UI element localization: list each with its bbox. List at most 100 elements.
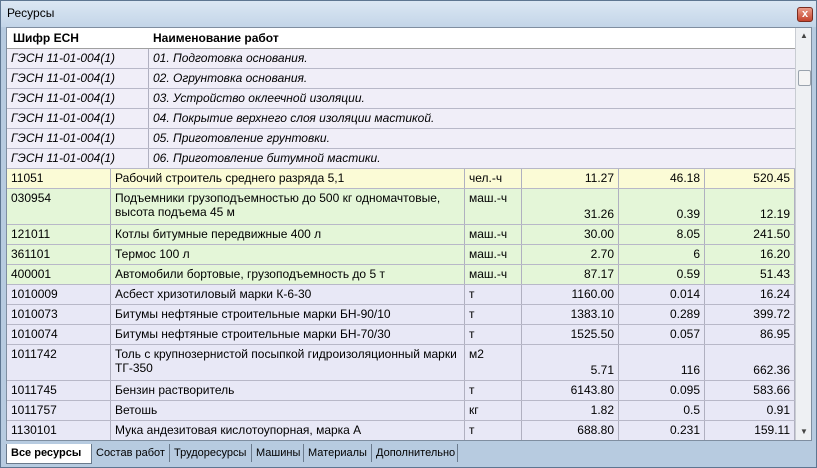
tab-bar: Все ресурсы Состав работ Трудоресурсы Машин… bbox=[6, 444, 812, 464]
window-title: Ресурсы bbox=[7, 6, 55, 20]
resource-quantity: 0.289 bbox=[619, 305, 705, 324]
resource-name: Асбест хризотиловый марки К-6-30 bbox=[111, 285, 465, 304]
resource-price: 30.00 bbox=[522, 225, 619, 244]
tab-2[interactable]: Трудоресурсы bbox=[170, 444, 252, 462]
vertical-scrollbar[interactable]: ▲ ▼ bbox=[795, 28, 811, 440]
operation-name: 02. Огрунтовка основания. bbox=[153, 71, 308, 85]
resource-name: Ветошь bbox=[111, 401, 465, 420]
resource-quantity: 8.05 bbox=[619, 225, 705, 244]
scroll-down-icon[interactable]: ▼ bbox=[796, 424, 811, 440]
operation-code: ГЭСН 11-01-004(1) bbox=[7, 109, 149, 128]
resource-row[interactable]: 1130101 Мука андезитовая кислотоупорная, … bbox=[7, 421, 795, 440]
resource-cost: 241.50 bbox=[705, 225, 795, 244]
operation-row[interactable]: ГЭСН 11-01-004(1) 02. Огрунтовка основани… bbox=[7, 69, 795, 89]
close-button[interactable]: x bbox=[797, 7, 813, 22]
resource-cost: 583.66 bbox=[705, 381, 795, 400]
resource-price: 688.80 bbox=[522, 421, 619, 440]
tab-0[interactable]: Все ресурсы bbox=[6, 444, 92, 464]
resource-row[interactable]: 361101 Термос 100 л маш.-ч 2.70 6 16.20 bbox=[7, 245, 795, 265]
column-header-code[interactable]: Шифр ЕСН bbox=[13, 31, 79, 45]
resource-name: Рабочий строитель среднего разряда 5,1 bbox=[111, 169, 465, 188]
resource-price: 1525.50 bbox=[522, 325, 619, 344]
resource-name: Битумы нефтяные строительные марки БН-70… bbox=[111, 325, 465, 344]
resource-name: Термос 100 л bbox=[111, 245, 465, 264]
operation-row[interactable]: ГЭСН 11-01-004(1) 01. Подготовка основани… bbox=[7, 49, 795, 69]
resource-unit: маш.-ч bbox=[465, 189, 522, 224]
resource-price: 87.17 bbox=[522, 265, 619, 284]
resource-quantity: 0.39 bbox=[619, 189, 705, 224]
scroll-up-icon[interactable]: ▲ bbox=[796, 28, 811, 44]
resource-unit: маш.-ч bbox=[465, 245, 522, 264]
resource-quantity: 0.59 bbox=[619, 265, 705, 284]
operation-name: 01. Подготовка основания. bbox=[153, 51, 308, 65]
resource-unit: чел.-ч bbox=[465, 169, 522, 188]
resource-name: Толь с крупнозернистой посыпкой гидроизо… bbox=[111, 345, 465, 380]
operation-row[interactable]: ГЭСН 11-01-004(1) 03. Устройство оклеечно… bbox=[7, 89, 795, 109]
resource-price: 1160.00 bbox=[522, 285, 619, 304]
resource-code: 1130101 bbox=[7, 421, 111, 440]
resource-unit: м2 bbox=[465, 345, 522, 380]
resource-cost: 520.45 bbox=[705, 169, 795, 188]
resource-name: Подъемники грузоподъемностью до 500 кг о… bbox=[111, 189, 465, 224]
resource-row[interactable]: 030954 Подъемники грузоподъемностью до 50… bbox=[7, 189, 795, 225]
resource-row[interactable]: 121011 Котлы битумные передвижные 400 л ма… bbox=[7, 225, 795, 245]
resource-price: 5.71 bbox=[522, 345, 619, 380]
resource-row[interactable]: 1011745 Бензин растворитель т 6143.80 0.095 5… bbox=[7, 381, 795, 401]
resource-cost: 0.91 bbox=[705, 401, 795, 420]
tab-4[interactable]: Материалы bbox=[304, 444, 372, 462]
resource-unit: т bbox=[465, 285, 522, 304]
resource-price: 11.27 bbox=[522, 169, 619, 188]
tab-1[interactable]: Состав работ bbox=[92, 444, 170, 462]
resource-price: 6143.80 bbox=[522, 381, 619, 400]
resource-code: 361101 bbox=[7, 245, 111, 264]
resource-row[interactable]: 1010073 Битумы нефтяные строительные марк… bbox=[7, 305, 795, 325]
resource-row[interactable]: 1010074 Битумы нефтяные строительные марк… bbox=[7, 325, 795, 345]
resource-row[interactable]: 11051 Рабочий строитель среднего разряда … bbox=[7, 169, 795, 189]
close-icon: x bbox=[801, 8, 809, 20]
resource-unit: т bbox=[465, 305, 522, 324]
resource-quantity: 0.231 bbox=[619, 421, 705, 440]
resource-quantity: 0.095 bbox=[619, 381, 705, 400]
resource-quantity: 46.18 bbox=[619, 169, 705, 188]
resource-quantity: 0.057 bbox=[619, 325, 705, 344]
resource-code: 030954 bbox=[7, 189, 111, 224]
resource-code: 1011745 bbox=[7, 381, 111, 400]
resource-quantity: 0.5 bbox=[619, 401, 705, 420]
scrollbar-thumb[interactable] bbox=[798, 70, 811, 86]
resources-window: Ресурсы x Шифр ЕСН Наименование работ ГЭ… bbox=[0, 0, 817, 468]
resources-grid-panel: Шифр ЕСН Наименование работ ГЭСН 11-01-0… bbox=[6, 27, 812, 441]
resource-name: Котлы битумные передвижные 400 л bbox=[111, 225, 465, 244]
resource-cost: 662.36 bbox=[705, 345, 795, 380]
operation-name: 06. Приготовление битумной мастики. bbox=[153, 151, 381, 165]
tab-3[interactable]: Машины bbox=[252, 444, 304, 462]
resource-row[interactable]: 1011757 Ветошь кг 1.82 0.5 0.91 bbox=[7, 401, 795, 421]
resource-code: 1010073 bbox=[7, 305, 111, 324]
operation-code: ГЭСН 11-01-004(1) bbox=[7, 89, 149, 108]
resource-code: 121011 bbox=[7, 225, 111, 244]
resources-grid: Шифр ЕСН Наименование работ ГЭСН 11-01-0… bbox=[7, 28, 795, 440]
resource-row[interactable]: 1010009 Асбест хризотиловый марки К-6-30 т… bbox=[7, 285, 795, 305]
tab-5[interactable]: Дополнительно bbox=[372, 444, 458, 462]
column-header-name[interactable]: Наименование работ bbox=[153, 31, 279, 45]
operation-row[interactable]: ГЭСН 11-01-004(1) 06. Приготовление битум… bbox=[7, 149, 795, 169]
resource-unit: т bbox=[465, 421, 522, 440]
resource-code: 1010009 bbox=[7, 285, 111, 304]
resource-cost: 86.95 bbox=[705, 325, 795, 344]
resource-cost: 12.19 bbox=[705, 189, 795, 224]
title-bar[interactable]: Ресурсы x bbox=[1, 1, 816, 27]
operation-code: ГЭСН 11-01-004(1) bbox=[7, 49, 149, 68]
operation-name: 04. Покрытие верхнего слоя изоляции маст… bbox=[153, 111, 435, 125]
resource-unit: маш.-ч bbox=[465, 225, 522, 244]
resource-row[interactable]: 400001 Автомобили бортовые, грузоподъемно… bbox=[7, 265, 795, 285]
resource-code: 1011742 bbox=[7, 345, 111, 380]
operation-row[interactable]: ГЭСН 11-01-004(1) 05. Приготовление грунт… bbox=[7, 129, 795, 149]
operation-code: ГЭСН 11-01-004(1) bbox=[7, 69, 149, 88]
resource-code: 11051 bbox=[7, 169, 111, 188]
resource-cost: 16.24 bbox=[705, 285, 795, 304]
resource-row[interactable]: 1011742 Толь с крупнозернистой посыпкой г… bbox=[7, 345, 795, 381]
resource-quantity: 6 bbox=[619, 245, 705, 264]
resource-unit: кг bbox=[465, 401, 522, 420]
resource-code: 400001 bbox=[7, 265, 111, 284]
operation-row[interactable]: ГЭСН 11-01-004(1) 04. Покрытие верхнего с… bbox=[7, 109, 795, 129]
resource-cost: 159.11 bbox=[705, 421, 795, 440]
